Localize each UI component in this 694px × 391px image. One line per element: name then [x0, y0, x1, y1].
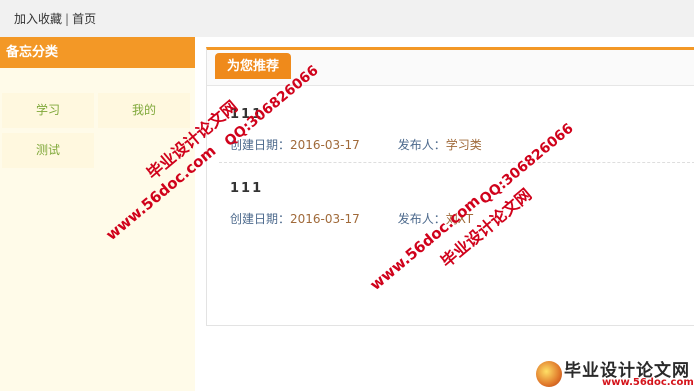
add-favorite-link[interactable]: 加入收藏	[14, 12, 62, 26]
category-item-test[interactable]: 测试	[2, 133, 94, 168]
category-item-mine[interactable]: 我的	[98, 93, 190, 128]
logo-emblem-icon	[536, 361, 562, 387]
top-links: 加入收藏 | 首页	[14, 10, 96, 27]
link-separator: |	[65, 12, 70, 26]
date-value: 2016-03-17	[290, 212, 360, 226]
item-title[interactable]: 111	[230, 181, 473, 196]
panel-header: 为您推荐	[207, 50, 694, 86]
logo-url: www.56doc.com	[602, 377, 694, 388]
item-meta: 创建日期：2016-03-17 发布人：学习类	[230, 136, 482, 153]
home-link[interactable]: 首页	[72, 12, 96, 26]
item-divider	[219, 162, 694, 163]
date-label: 创建日期：	[230, 212, 291, 226]
top-bar: 加入收藏 | 首页	[0, 0, 694, 37]
publisher-value: 学习类	[445, 138, 482, 152]
date-value: 2016-03-17	[290, 138, 360, 152]
category-sidebar: 备忘分类 学习 我的 测试	[0, 37, 195, 391]
sidebar-title: 备忘分类	[0, 37, 195, 68]
tab-recommend[interactable]: 为您推荐	[215, 53, 292, 79]
category-item-study[interactable]: 学习	[2, 93, 94, 128]
publisher-label: 发布人：	[397, 138, 446, 152]
footer-logo: 毕业设计论文网 www.56doc.com	[532, 357, 694, 391]
